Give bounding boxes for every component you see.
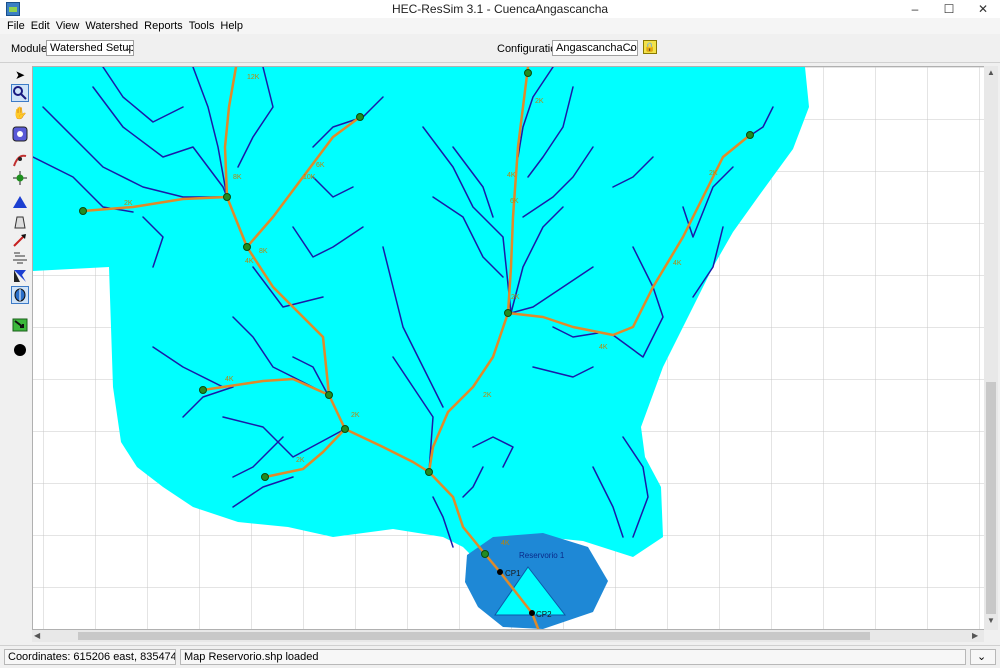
reach-label: 6K xyxy=(316,162,325,169)
cp2-label: CP2 xyxy=(536,610,552,619)
menu-reports[interactable]: Reports xyxy=(141,18,186,34)
junction-node[interactable] xyxy=(746,131,754,139)
window-title: HEC-ResSim 3.1 - CuencaAngascancha xyxy=(391,2,609,16)
menu-help[interactable]: Help xyxy=(217,18,246,34)
stream-tool-icon[interactable] xyxy=(11,152,29,170)
junction-node[interactable] xyxy=(243,243,251,251)
scroll-right-icon[interactable]: ▶ xyxy=(972,631,978,640)
reach-label: 8K xyxy=(233,174,242,181)
junction-node[interactable] xyxy=(199,386,207,394)
computation-point-icon[interactable] xyxy=(11,268,29,286)
reach-label: 2K xyxy=(351,412,360,419)
diversion-tool-icon[interactable] xyxy=(11,232,29,250)
time-series-icon[interactable] xyxy=(11,286,29,304)
junction-node[interactable] xyxy=(223,193,231,201)
menu-view[interactable]: View xyxy=(53,18,83,34)
junction-node[interactable] xyxy=(524,69,532,77)
chevron-down-icon: ⌄ xyxy=(123,43,131,53)
vertical-scroll-thumb[interactable] xyxy=(986,382,996,614)
reach-label: 12K xyxy=(247,74,260,81)
chevron-down-icon: ⌄ xyxy=(627,43,635,53)
scroll-left-icon[interactable]: ◀ xyxy=(34,631,40,640)
close-button[interactable]: ✕ xyxy=(966,0,1000,18)
menu-bar: File Edit View Watershed Reports Tools Help xyxy=(0,18,1000,34)
menu-edit[interactable]: Edit xyxy=(28,18,53,34)
module-bar: Module: Watershed Setup ⌄ Configuration … xyxy=(0,34,1000,63)
module-select[interactable]: Watershed Setup ⌄ xyxy=(46,40,134,56)
reach-label: 4K xyxy=(599,344,608,351)
zoom-icon[interactable] xyxy=(11,84,29,102)
junction-node[interactable] xyxy=(356,113,364,121)
reach-label: 4K xyxy=(507,172,516,179)
reservoir-tool-icon[interactable] xyxy=(11,194,29,212)
scroll-down-icon[interactable]: ▼ xyxy=(987,616,995,625)
reach-label: 2K xyxy=(709,170,718,177)
map-layer-icon[interactable] xyxy=(11,317,29,335)
dam-tool-icon[interactable] xyxy=(11,214,29,232)
map-canvas[interactable]: 12K 8K 10K 2K 6K 4K 8K 2K 4K 6K 2K 4K 2K 4K 2K 2K 4K 2K 4K… xyxy=(32,66,986,630)
minimize-button[interactable]: – xyxy=(898,0,932,18)
watershed-map[interactable]: 12K 8K 10K 2K 6K 4K 8K 2K 4K 6K 2K 4K 2K 4K 2K 2K 4K 2K 4K… xyxy=(33,67,986,630)
configuration-select[interactable]: AngascanchaCo... ⌄ xyxy=(552,40,638,56)
reach-label: 2K xyxy=(511,294,520,301)
junction-node[interactable] xyxy=(425,468,433,476)
reach-label: 2K xyxy=(296,457,305,464)
reach-label: 10K xyxy=(303,174,316,181)
tool-palette: ➤ ✋ xyxy=(9,64,31,644)
junction-node[interactable] xyxy=(481,550,489,558)
reservoir-label: Reservorio 1 xyxy=(519,551,565,560)
maximize-button[interactable]: ☐ xyxy=(932,0,966,18)
reach-label: 8K xyxy=(259,248,268,255)
watershed-tool-icon[interactable] xyxy=(11,126,29,144)
lock-icon[interactable]: 🔒 xyxy=(643,40,657,54)
scroll-up-icon[interactable]: ▲ xyxy=(987,68,995,77)
junction-node[interactable] xyxy=(79,207,87,215)
module-select-value: Watershed Setup xyxy=(50,42,134,54)
cp1-node[interactable] xyxy=(497,569,503,575)
reach-label: 2K xyxy=(535,98,544,105)
reach-label: 2K xyxy=(483,392,492,399)
menu-file[interactable]: File xyxy=(4,18,28,34)
reach-label: 4K xyxy=(673,260,682,267)
cp2-node[interactable] xyxy=(529,610,535,616)
pan-hand-icon[interactable]: ✋ xyxy=(11,104,29,122)
reach-label: 6K xyxy=(510,198,519,205)
module-label: Module: xyxy=(11,43,51,55)
cp1-label: CP1 xyxy=(505,569,521,578)
reach-label: 4K xyxy=(245,258,254,265)
junction-node[interactable] xyxy=(341,425,349,433)
horizontal-scrollbar[interactable]: ◀ ▶ xyxy=(32,630,984,642)
status-message: Map Reservorio.shp loaded xyxy=(180,649,966,665)
select-arrow-icon[interactable]: ➤ xyxy=(11,66,29,84)
gage-tool-icon[interactable] xyxy=(11,250,29,268)
junction-node[interactable] xyxy=(325,391,333,399)
reach-label: 2K xyxy=(124,200,133,207)
circle-tool-icon[interactable] xyxy=(11,342,29,360)
junction-node[interactable] xyxy=(261,473,269,481)
status-expand-icon[interactable]: ⌄ xyxy=(970,649,996,665)
reach-label: 4K xyxy=(501,540,510,547)
vertical-scrollbar[interactable]: ▲ ▼ xyxy=(984,66,998,630)
junction-tool-icon[interactable] xyxy=(11,170,29,188)
title-bar: HEC-ResSim 3.1 - CuencaAngascancha – ☐ ✕ xyxy=(0,0,1000,18)
menu-tools[interactable]: Tools xyxy=(186,18,218,34)
coordinates-readout: Coordinates: 615206 east, 8354744 north xyxy=(4,649,176,665)
configuration-select-value: AngascanchaCo... xyxy=(556,42,638,54)
horizontal-scroll-thumb[interactable] xyxy=(78,632,870,640)
junction-node[interactable] xyxy=(504,309,512,317)
reach-label: 4K xyxy=(225,376,234,383)
menu-watershed[interactable]: Watershed xyxy=(82,18,141,34)
status-bar: Coordinates: 615206 east, 8354744 north … xyxy=(0,645,1000,668)
